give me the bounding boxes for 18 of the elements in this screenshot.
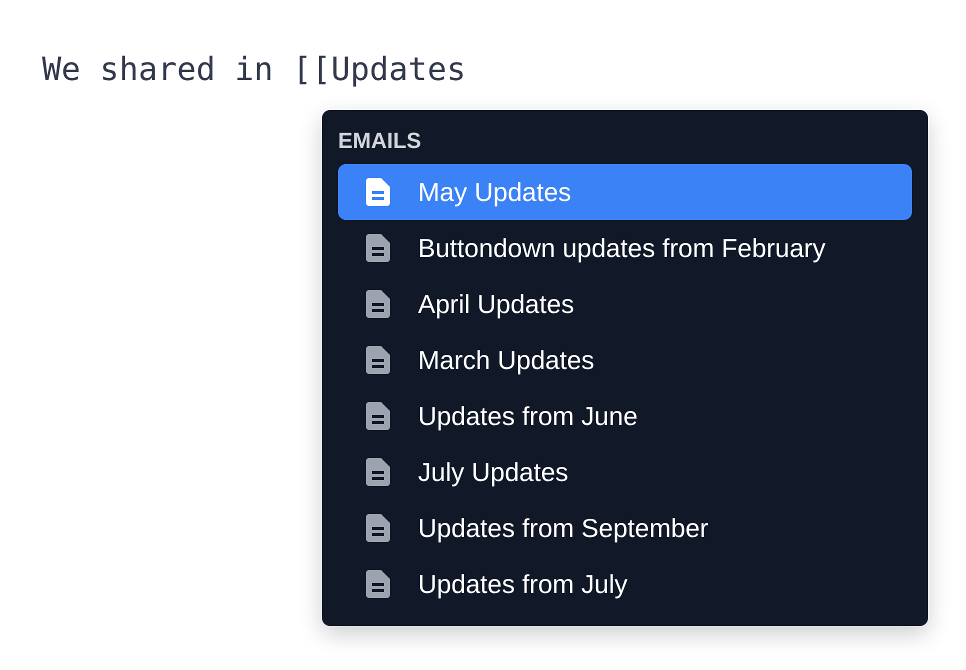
editor-text[interactable]: We shared in [[Updates xyxy=(42,50,466,88)
suggestion-item[interactable]: May Updates xyxy=(338,164,912,220)
document-icon xyxy=(366,570,390,598)
document-icon xyxy=(366,234,390,262)
suggestion-item[interactable]: July Updates xyxy=(338,444,912,500)
suggestion-item[interactable]: Buttondown updates from February xyxy=(338,220,912,276)
document-icon xyxy=(366,290,390,318)
document-icon xyxy=(366,178,390,206)
document-icon xyxy=(366,514,390,542)
document-icon xyxy=(366,402,390,430)
suggestion-item[interactable]: Updates from September xyxy=(338,500,912,556)
section-heading: EMAILS xyxy=(338,127,422,155)
document-icon xyxy=(366,458,390,486)
suggestion-item[interactable]: March Updates xyxy=(338,332,912,388)
suggestion-item[interactable]: Updates from June xyxy=(338,388,912,444)
suggestion-item[interactable]: April Updates xyxy=(338,276,912,332)
suggestion-item[interactable]: Updates from July xyxy=(338,556,912,612)
document-icon xyxy=(366,346,390,374)
